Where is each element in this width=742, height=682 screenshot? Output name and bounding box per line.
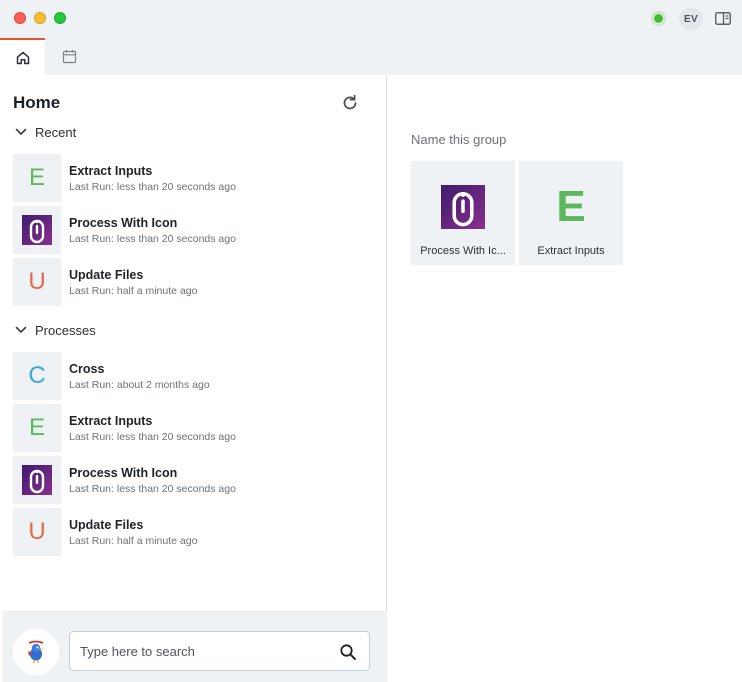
process-last-run: Last Run: less than 20 seconds ago bbox=[69, 180, 236, 193]
refresh-button[interactable] bbox=[339, 92, 361, 114]
process-logo-icon bbox=[441, 185, 485, 229]
group-panel: Name this group Process With Ic... E Ext… bbox=[388, 75, 742, 682]
process-last-run: Last Run: half a minute ago bbox=[69, 284, 198, 297]
process-letter: E bbox=[28, 414, 45, 441]
process-item-cross[interactable]: C Cross Last Run: about 2 months ago bbox=[13, 352, 373, 400]
search-icon[interactable] bbox=[339, 643, 357, 661]
process-thumbnail: E bbox=[13, 154, 61, 202]
process-thumbnail: C bbox=[13, 352, 61, 400]
section-recent-label: Recent bbox=[35, 124, 77, 140]
home-icon bbox=[16, 51, 29, 64]
recent-item-extract-inputs[interactable]: E Extract Inputs Last Run: less than 20 … bbox=[13, 154, 373, 202]
chevron-down-icon bbox=[15, 128, 27, 135]
home-sidebar: Home Recent E Extract Inputs Last Run: l… bbox=[0, 75, 387, 682]
process-letter: E bbox=[28, 164, 45, 191]
process-last-run: Last Run: less than 20 seconds ago bbox=[69, 482, 236, 495]
process-name: Extract Inputs bbox=[69, 413, 153, 428]
section-recent-toggle[interactable]: Recent bbox=[14, 122, 76, 142]
process-logo-icon bbox=[22, 465, 52, 495]
process-name: Update Files bbox=[69, 517, 144, 532]
tab-home[interactable] bbox=[0, 38, 45, 75]
process-name: Extract Inputs bbox=[69, 163, 153, 178]
process-name: Update Files bbox=[69, 267, 144, 282]
chevron-down-icon bbox=[15, 326, 27, 333]
window-titlebar: EV bbox=[0, 0, 742, 38]
tab-calendar[interactable] bbox=[48, 38, 90, 75]
process-logo-icon bbox=[22, 215, 52, 245]
process-thumbnail: U bbox=[13, 258, 61, 306]
process-thumbnail bbox=[13, 206, 61, 254]
user-avatar-button[interactable]: EV bbox=[679, 8, 703, 30]
tile-label: Process With Ic... bbox=[420, 245, 506, 257]
maximize-window-button[interactable] bbox=[54, 12, 66, 24]
online-status-indicator bbox=[651, 11, 666, 26]
search-box bbox=[69, 631, 370, 671]
process-letter: U bbox=[28, 268, 46, 295]
process-name: Cross bbox=[69, 361, 105, 376]
page-title: Home bbox=[13, 93, 61, 112]
close-window-button[interactable] bbox=[14, 12, 26, 24]
bird-mascot-icon bbox=[28, 640, 44, 663]
tile-label: Extract Inputs bbox=[537, 245, 605, 257]
calendar-icon bbox=[62, 50, 76, 64]
minimize-window-button[interactable] bbox=[34, 12, 46, 24]
process-letter: C bbox=[28, 362, 46, 389]
recent-item-update-files[interactable]: U Update Files Last Run: half a minute a… bbox=[13, 258, 373, 306]
search-input[interactable] bbox=[80, 632, 330, 670]
process-name: Process With Icon bbox=[69, 465, 178, 480]
recent-item-process-with-icon[interactable]: Process With Icon Last Run: less than 20… bbox=[13, 206, 373, 254]
tab-bar bbox=[0, 38, 742, 75]
process-letter: U bbox=[28, 518, 46, 545]
process-last-run: Last Run: about 2 months ago bbox=[69, 378, 210, 391]
process-last-run: Last Run: half a minute ago bbox=[69, 534, 198, 547]
refresh-icon bbox=[343, 94, 357, 110]
sidebar-toggle-icon[interactable] bbox=[715, 12, 731, 25]
group-tile-extract-inputs[interactable]: E Extract Inputs bbox=[519, 161, 623, 265]
process-thumbnail bbox=[13, 456, 61, 504]
group-name-field[interactable]: Name this group bbox=[411, 132, 506, 147]
section-processes-label: Processes bbox=[35, 322, 96, 338]
search-footer bbox=[3, 611, 387, 682]
process-letter: E bbox=[556, 182, 586, 231]
section-processes-toggle[interactable]: Processes bbox=[14, 320, 96, 340]
process-last-run: Last Run: less than 20 seconds ago bbox=[69, 430, 236, 443]
process-thumbnail: E bbox=[13, 404, 61, 452]
assistant-avatar[interactable] bbox=[13, 629, 59, 675]
process-item-extract-inputs[interactable]: E Extract Inputs Last Run: less than 20 … bbox=[13, 404, 373, 452]
process-thumbnail: U bbox=[13, 508, 61, 556]
process-last-run: Last Run: less than 20 seconds ago bbox=[69, 232, 236, 245]
process-item-process-with-icon[interactable]: Process With Icon Last Run: less than 20… bbox=[13, 456, 373, 504]
process-item-update-files[interactable]: U Update Files Last Run: half a minute a… bbox=[13, 508, 373, 556]
process-name: Process With Icon bbox=[69, 215, 178, 230]
group-tile-process-with-icon[interactable]: Process With Ic... bbox=[411, 161, 515, 265]
